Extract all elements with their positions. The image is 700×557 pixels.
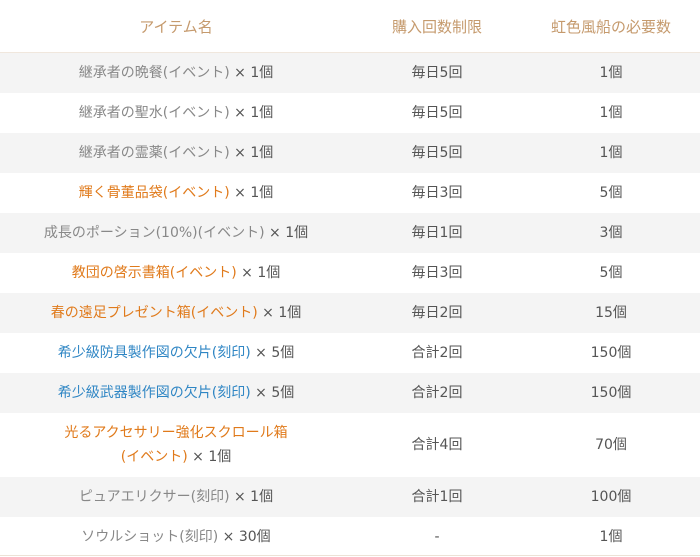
item-name: 輝く骨董品袋(イベント) bbox=[78, 185, 230, 201]
limit-cell: 合計1回 bbox=[352, 477, 522, 517]
limit-cell: 毎日1回 bbox=[352, 213, 522, 253]
header-balloon-cost: 虹色風船の必要数 bbox=[522, 0, 700, 53]
item-qty: × 5個 bbox=[250, 345, 295, 361]
table-row: 継承者の晩餐(イベント) × 1個 毎日5回 1個 bbox=[0, 52, 700, 93]
table-row: 光るアクセサリー強化スクロール箱 (イベント) × 1個 合計4回 70個 bbox=[0, 413, 700, 477]
table-header-row: アイテム名 購入回数制限 虹色風船の必要数 bbox=[0, 0, 700, 53]
item-cell: 成長のポーション(10%)(イベント) × 1個 bbox=[0, 213, 352, 253]
limit-cell: 毎日5回 bbox=[352, 52, 522, 93]
cost-cell: 150個 bbox=[522, 373, 700, 413]
item-cell: ソウルショット(刻印) × 30個 bbox=[0, 517, 352, 557]
item-qty: × 1個 bbox=[236, 265, 281, 281]
cost-cell: 5個 bbox=[522, 253, 700, 293]
limit-cell: 合計2回 bbox=[352, 373, 522, 413]
cost-cell: 15個 bbox=[522, 293, 700, 333]
item-qty: × 1個 bbox=[229, 105, 274, 121]
cost-cell: 150個 bbox=[522, 333, 700, 373]
table-row: 成長のポーション(10%)(イベント) × 1個 毎日1回 3個 bbox=[0, 213, 700, 253]
table-row: 希少級防具製作図の欠片(刻印) × 5個 合計2回 150個 bbox=[0, 333, 700, 373]
cost-cell: 70個 bbox=[522, 413, 700, 477]
item-cell: 継承者の晩餐(イベント) × 1個 bbox=[0, 52, 352, 93]
shop-table: アイテム名 購入回数制限 虹色風船の必要数 継承者の晩餐(イベント) × 1個 … bbox=[0, 0, 700, 557]
table-row: 継承者の聖水(イベント) × 1個 毎日5回 1個 bbox=[0, 93, 700, 133]
limit-cell: 毎日2回 bbox=[352, 293, 522, 333]
limit-cell: 毎日5回 bbox=[352, 133, 522, 173]
item-name: 教団の啓示書箱(イベント) bbox=[71, 265, 237, 281]
item-name: 継承者の霊薬(イベント) bbox=[78, 145, 230, 161]
item-cell: 希少級防具製作図の欠片(刻印) × 5個 bbox=[0, 333, 352, 373]
table-row: 輝く骨董品袋(イベント) × 1個 毎日3回 5個 bbox=[0, 173, 700, 213]
item-name: ピュアエリクサー(刻印) bbox=[78, 489, 230, 505]
item-name: ソウルショット(刻印) bbox=[81, 529, 219, 545]
item-cell: 春の遠足プレゼント箱(イベント) × 1個 bbox=[0, 293, 352, 333]
table-bottom-border bbox=[0, 555, 700, 556]
cost-cell: 5個 bbox=[522, 173, 700, 213]
item-cell: 継承者の聖水(イベント) × 1個 bbox=[0, 93, 352, 133]
header-item-name: アイテム名 bbox=[0, 0, 352, 53]
limit-cell: 毎日3回 bbox=[352, 173, 522, 213]
cost-cell: 1個 bbox=[522, 93, 700, 133]
item-qty: × 1個 bbox=[229, 185, 274, 201]
item-cell: 光るアクセサリー強化スクロール箱 (イベント) × 1個 bbox=[0, 413, 352, 477]
limit-cell: 毎日5回 bbox=[352, 93, 522, 133]
limit-cell: 合計2回 bbox=[352, 333, 522, 373]
header-purchase-limit: 購入回数制限 bbox=[352, 0, 522, 53]
table-row: ソウルショット(刻印) × 30個 - 1個 bbox=[0, 517, 700, 557]
item-name-line2: (イベント) bbox=[120, 449, 188, 465]
cost-cell: 1個 bbox=[522, 133, 700, 173]
item-name: 希少級防具製作図の欠片(刻印) bbox=[57, 345, 251, 361]
table-row: 春の遠足プレゼント箱(イベント) × 1個 毎日2回 15個 bbox=[0, 293, 700, 333]
item-name-line1: 光るアクセサリー強化スクロール箱 bbox=[64, 425, 288, 441]
cost-cell: 100個 bbox=[522, 477, 700, 517]
table-row: ピュアエリクサー(刻印) × 1個 合計1回 100個 bbox=[0, 477, 700, 517]
item-qty: × 30個 bbox=[218, 529, 271, 545]
table-row: 教団の啓示書箱(イベント) × 1個 毎日3回 5個 bbox=[0, 253, 700, 293]
item-qty: × 1個 bbox=[229, 489, 274, 505]
item-qty: × 5個 bbox=[250, 385, 295, 401]
item-qty: × 1個 bbox=[257, 305, 302, 321]
limit-cell: 合計4回 bbox=[352, 413, 522, 477]
limit-cell: - bbox=[352, 517, 522, 557]
cost-cell: 1個 bbox=[522, 52, 700, 93]
cost-cell: 1個 bbox=[522, 517, 700, 557]
item-name: 希少級武器製作図の欠片(刻印) bbox=[57, 385, 251, 401]
item-qty: × 1個 bbox=[229, 65, 274, 81]
item-name: 継承者の晩餐(イベント) bbox=[78, 65, 230, 81]
table-row: 希少級武器製作図の欠片(刻印) × 5個 合計2回 150個 bbox=[0, 373, 700, 413]
limit-cell: 毎日3回 bbox=[352, 253, 522, 293]
item-qty: × 1個 bbox=[187, 449, 232, 465]
table-row: 継承者の霊薬(イベント) × 1個 毎日5回 1個 bbox=[0, 133, 700, 173]
item-cell: 継承者の霊薬(イベント) × 1個 bbox=[0, 133, 352, 173]
item-qty: × 1個 bbox=[264, 225, 309, 241]
item-cell: 希少級武器製作図の欠片(刻印) × 5個 bbox=[0, 373, 352, 413]
item-cell: ピュアエリクサー(刻印) × 1個 bbox=[0, 477, 352, 517]
item-cell: 教団の啓示書箱(イベント) × 1個 bbox=[0, 253, 352, 293]
item-qty: × 1個 bbox=[229, 145, 274, 161]
item-cell: 輝く骨董品袋(イベント) × 1個 bbox=[0, 173, 352, 213]
item-name: 春の遠足プレゼント箱(イベント) bbox=[50, 305, 258, 321]
item-name: 継承者の聖水(イベント) bbox=[78, 105, 230, 121]
cost-cell: 3個 bbox=[522, 213, 700, 253]
item-name: 成長のポーション(10%)(イベント) bbox=[43, 225, 265, 241]
